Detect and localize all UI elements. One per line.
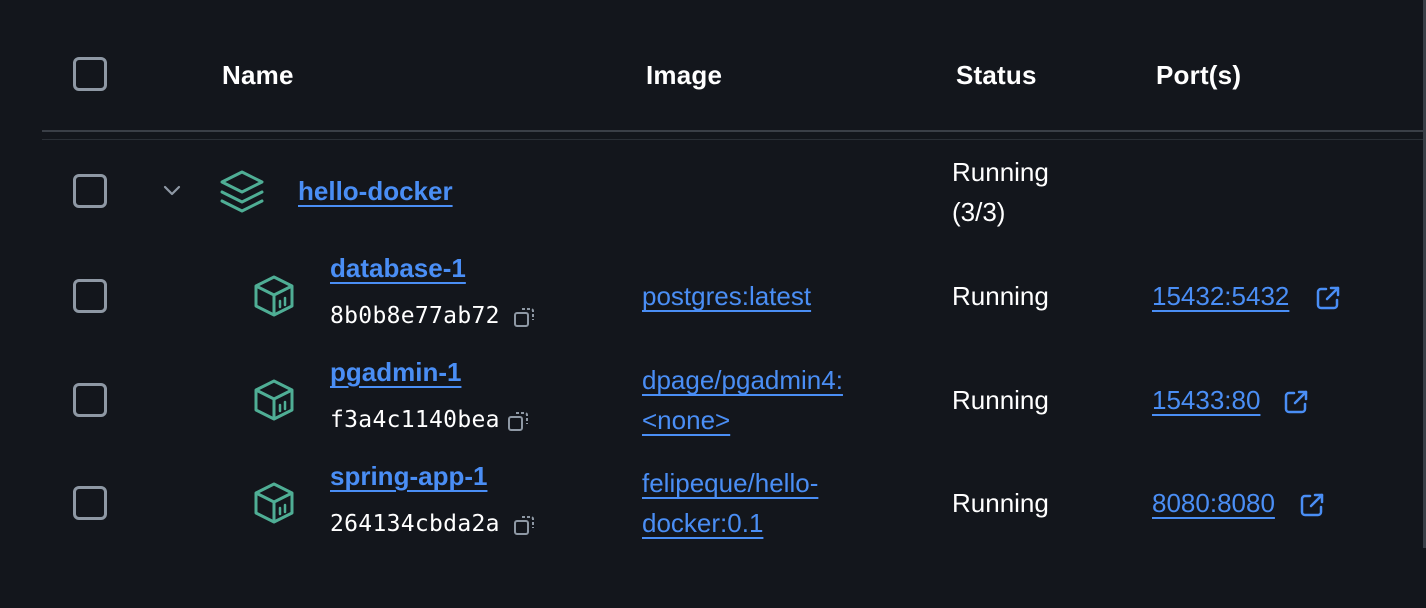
external-link-icon[interactable] [1298,491,1326,519]
select-all-checkbox[interactable] [73,57,107,91]
containers-table: Name Image Status Port(s) hello-docker R… [0,0,1426,608]
container-image-link-line1[interactable]: dpage/pgadmin4: [642,365,843,396]
copy-icon[interactable] [513,305,537,329]
container-cube-icon [254,379,294,421]
group-name-link[interactable]: hello-docker [298,176,453,207]
copy-icon[interactable] [513,513,537,537]
container-image-link-line2[interactable]: <none> [642,405,730,436]
container-status: Running [952,281,1049,311]
external-link-icon[interactable] [1282,388,1310,416]
container-port-link[interactable]: 8080:8080 [1152,488,1275,519]
container-checkbox-spring-app-1[interactable] [73,486,107,520]
container-id: f3a4c1140bea [330,407,500,433]
column-header-name[interactable]: Name [222,60,294,91]
group-checkbox[interactable] [73,174,107,208]
container-cube-icon [254,275,294,317]
container-port-link[interactable]: 15432:5432 [1152,281,1289,312]
column-header-image[interactable]: Image [646,60,722,91]
group-status-line1: Running [952,157,1049,187]
container-status: Running [952,488,1049,518]
copy-icon[interactable] [507,409,531,433]
container-checkbox-pgadmin-1[interactable] [73,383,107,417]
column-header-ports[interactable]: Port(s) [1156,60,1241,91]
external-link-icon[interactable] [1314,284,1342,312]
container-image-link-line1[interactable]: felipeque/hello- [642,468,818,499]
chevron-down-icon[interactable] [162,184,182,198]
container-cube-icon [254,482,294,524]
container-name-link[interactable]: spring-app-1 [330,461,487,492]
header-divider-secondary [42,139,1426,140]
container-image-link[interactable]: postgres:latest [642,281,811,312]
container-id: 264134cbda2a [330,511,500,537]
column-header-status[interactable]: Status [956,60,1037,91]
container-id: 8b0b8e77ab72 [330,303,500,329]
layers-stack-icon [220,170,264,213]
container-checkbox-database-1[interactable] [73,279,107,313]
container-image-link-line2[interactable]: docker:0.1 [642,508,763,539]
container-name-link[interactable]: pgadmin-1 [330,357,461,388]
group-status-line2: (3/3) [952,197,1006,227]
header-divider [42,130,1426,132]
container-status: Running [952,385,1049,415]
container-name-link[interactable]: database-1 [330,253,466,284]
container-port-link[interactable]: 15433:80 [1152,385,1260,416]
